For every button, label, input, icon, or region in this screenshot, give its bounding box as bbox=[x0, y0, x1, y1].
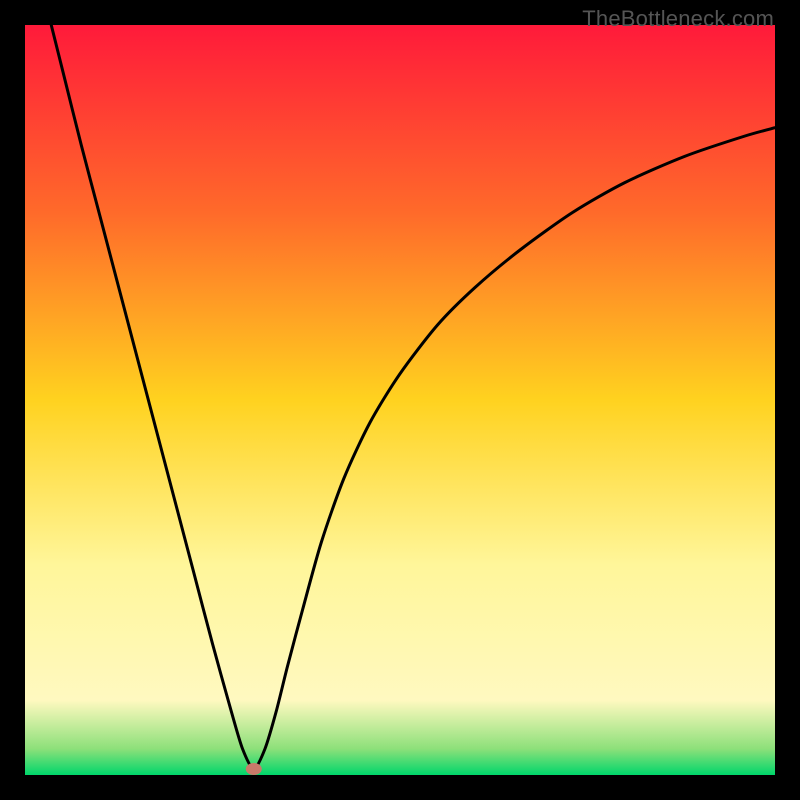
optimal-point-marker bbox=[246, 763, 262, 775]
gradient-background bbox=[25, 25, 775, 775]
chart-frame bbox=[25, 25, 775, 775]
watermark-text: TheBottleneck.com bbox=[582, 6, 774, 32]
bottleneck-plot bbox=[25, 25, 775, 775]
